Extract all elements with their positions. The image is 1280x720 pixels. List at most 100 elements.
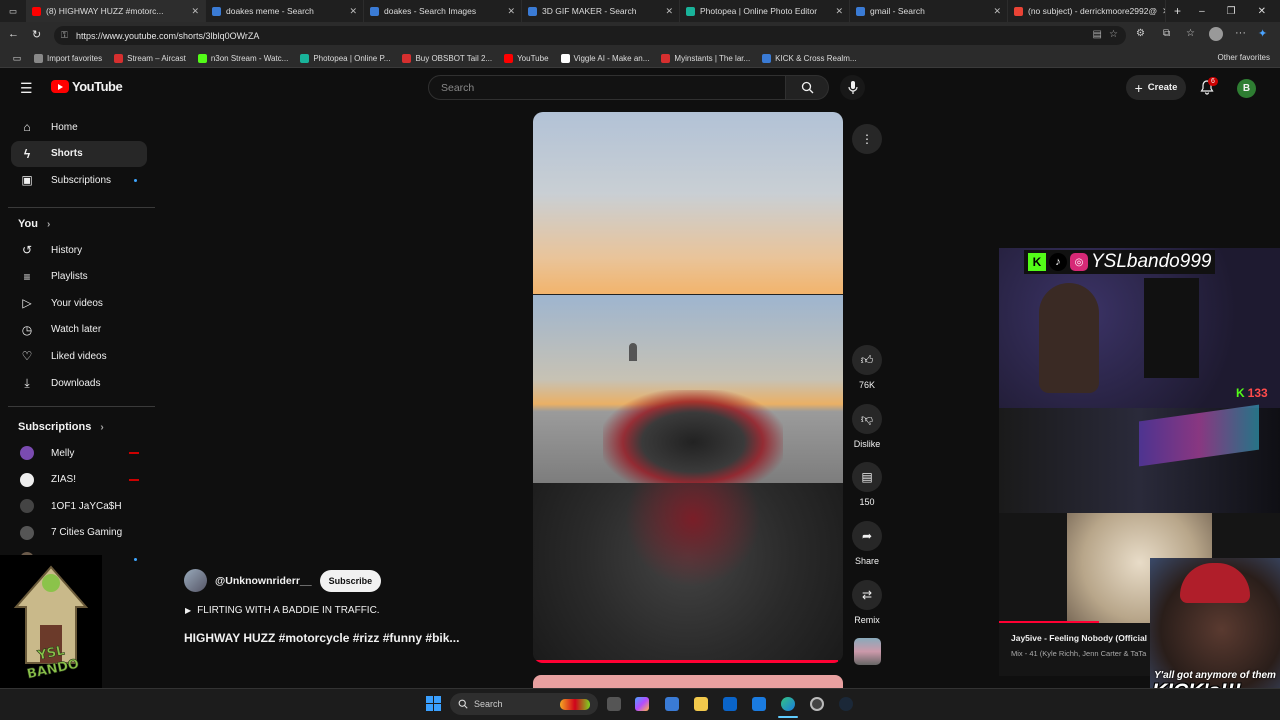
favorite-star-icon[interactable]: ☆ [1109,29,1118,40]
file-explorer-icon[interactable] [694,697,708,711]
refresh-icon[interactable]: ↻ [32,28,41,41]
subscriptions-section-heading[interactable]: Subscriptions › [18,421,104,433]
site-info-icon[interactable]: ⚿ [61,30,68,41]
subscription-channel[interactable]: Melly [11,440,147,466]
steam-icon[interactable] [839,697,853,711]
task-view-icon[interactable] [607,697,621,711]
sidebar-item-history[interactable]: ↺ History [11,237,147,263]
collections-icon[interactable]: ☆ [1186,28,1195,39]
favorite-link[interactable]: KICK & Cross Realm... [762,53,857,63]
browser-tab[interactable]: Photopea | Online Photo Editor ✕ [680,0,850,22]
sidebar-item-watch-later[interactable]: ◷ Watch later [11,317,147,343]
favorites-menu-icon[interactable]: ▭ [0,53,34,64]
sidebar-item-shorts[interactable]: ϟ Shorts [11,140,147,167]
browser-tab[interactable]: (no subject) - derrickmoore2992@ ✕ [1008,0,1166,22]
favorite-link[interactable]: Viggle AI - Make an... [560,53,649,63]
tab-title: doakes - Search Images [384,6,477,16]
short-video-player[interactable] [533,112,843,663]
close-window-icon[interactable]: ✕ [1258,6,1266,17]
sidebar-item-playlists[interactable]: ≡ Playlists [11,264,147,290]
favorite-link[interactable]: YouTube [504,53,549,63]
obs-icon[interactable] [810,697,824,711]
more-actions-button[interactable]: ⋮ [852,124,882,154]
subscription-channel[interactable]: 7 Cities Gaming [11,520,147,546]
favorite-link[interactable]: Buy OBSBOT Tail 2... [402,53,492,63]
split-screen-icon[interactable]: ⧉ [1163,28,1170,39]
notifications-button[interactable]: 6 [1200,77,1218,100]
sound-thumbnail[interactable] [854,638,881,665]
favorite-link[interactable]: Photopea | Online P... [300,53,390,63]
sidebar-item-label: Liked videos [51,350,107,362]
sidebar-item-home[interactable]: ⌂ Home [11,114,147,140]
kick-counter: K 133 [1236,386,1268,400]
profile-avatar[interactable] [1209,27,1223,41]
sidebar-item-your-videos[interactable]: ▷ Your videos [11,290,147,316]
back-icon[interactable]: ← [8,28,19,40]
browser-tab[interactable]: doakes - Search Images ✕ [364,0,522,22]
subscription-channel[interactable]: ZIAS! [11,467,147,493]
next-short-preview[interactable] [533,675,843,688]
outlook-icon[interactable] [723,697,737,711]
favorite-link[interactable]: n3on Stream - Watc... [197,53,288,63]
taskbar-search[interactable]: Search [450,693,598,715]
search-button[interactable] [786,75,829,100]
tab-close-icon[interactable]: ✕ [507,6,515,17]
sidebar-item-downloads[interactable]: ⤓ Downloads [11,370,147,396]
channel-name[interactable]: @Unknownriderr__ [215,575,312,587]
short-title[interactable]: HIGHWAY HUZZ #motorcycle #rizz #funny #b… [184,631,459,645]
browser-tab[interactable]: (8) HIGHWAY HUZZ #motorc... ✕ [26,0,206,22]
windows-start-icon[interactable] [426,696,441,711]
reader-icon[interactable]: ▤ [1093,29,1102,40]
edge-icon[interactable] [781,697,795,711]
copilot-icon[interactable]: ✦ [1258,27,1267,40]
subscription-channel[interactable]: 1OF1 JaYCa$H [11,493,147,519]
voice-search-button[interactable] [840,75,865,100]
video-progress-bar[interactable] [533,660,838,663]
favorite-icon [197,53,207,63]
url-field[interactable]: ⚿ https://www.youtube.com/shorts/3lblq0O… [54,26,1126,45]
music-row[interactable]: ▶ FLIRTING WITH A BADDIE IN TRAFFIC. [185,605,380,616]
subscribe-button[interactable]: Subscribe [319,569,382,592]
tab-close-icon[interactable]: ✕ [349,6,357,17]
extensions-icon[interactable]: ⚙ [1136,28,1145,39]
store-icon[interactable] [665,697,679,711]
remix-button[interactable]: ⇄ [852,580,882,610]
tab-close-icon[interactable]: ✕ [1162,6,1165,17]
you-section-heading[interactable]: You › [18,218,50,230]
tab-close-icon[interactable]: ✕ [835,6,843,17]
minimize-icon[interactable]: – [1199,6,1205,17]
favorite-label: Import favorites [47,53,103,63]
share-button[interactable]: ➦ [852,521,882,551]
tab-close-icon[interactable]: ✕ [191,6,199,17]
new-tab-button[interactable]: + [1174,4,1181,18]
browser-tab[interactable]: doakes meme - Search ✕ [206,0,364,22]
word-icon[interactable] [752,697,766,711]
search-input[interactable]: Search [428,75,786,100]
favorite-link[interactable]: Myinstants | The lar... [661,53,750,63]
maximize-icon[interactable]: ❐ [1227,6,1236,17]
youtube-logo[interactable]: YouTube [51,79,123,94]
tab-close-icon[interactable]: ✕ [993,6,1001,17]
more-menu-icon[interactable]: ··· [1235,27,1246,39]
sidebar-item-subscriptions[interactable]: ▣ Subscriptions [11,167,147,193]
favorite-link[interactable]: Stream – Aircast [114,53,186,63]
tab-actions-icon[interactable]: ▭ [0,6,26,17]
guide-menu-icon[interactable]: ☰ [20,80,33,97]
channel-label: ZIAS! [51,474,77,486]
browser-tab[interactable]: gmail - Search ✕ [850,0,1008,22]
create-button[interactable]: + Create [1126,75,1186,100]
streamer-name: YSLbando999 [1091,251,1212,272]
account-avatar[interactable]: B [1237,79,1256,98]
like-button[interactable]: 👍︎ [852,345,882,375]
dislike-button[interactable]: 👎︎ [852,404,882,434]
sidebar-item-liked-videos[interactable]: ♡ Liked videos [11,343,147,369]
chevron-right-icon: › [100,421,104,433]
channel-avatar[interactable] [184,569,207,592]
comments-button[interactable]: ▤ [852,462,882,492]
live-indicator-icon [129,452,139,454]
favorite-link[interactable]: Import favorites [34,53,103,63]
other-favorites[interactable]: Other favorites [1218,53,1270,62]
browser-tab[interactable]: 3D GIF MAKER - Search ✕ [522,0,680,22]
tab-close-icon[interactable]: ✕ [665,6,673,17]
copilot-taskbar-icon[interactable] [635,697,649,711]
